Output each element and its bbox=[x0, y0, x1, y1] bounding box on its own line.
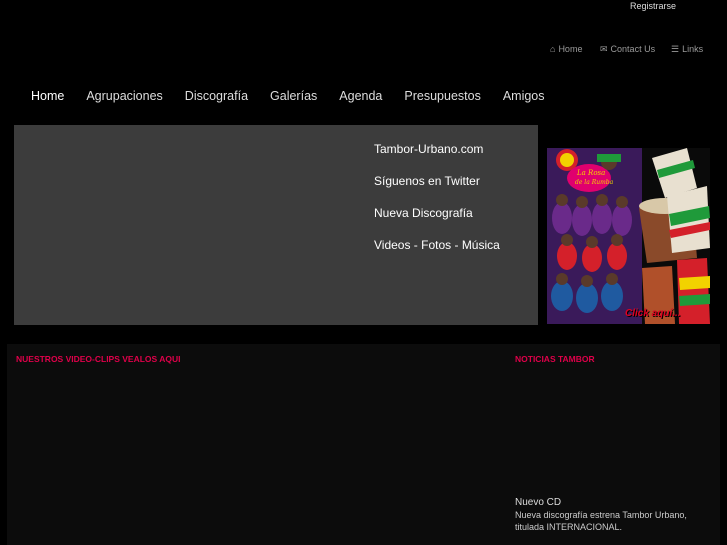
list-icon: ☰ bbox=[671, 43, 680, 54]
promo-caption: Click aquí... bbox=[625, 308, 681, 319]
nav-item-home[interactable]: Home bbox=[20, 88, 75, 105]
lower-section: NUESTROS VIDEO-CLIPS VEALOS AQUI NOTICIA… bbox=[7, 344, 720, 545]
video-section-title: NUESTROS VIDEO-CLIPS VEALOS AQUI bbox=[16, 354, 181, 364]
register-link[interactable]: Registrarse bbox=[630, 1, 676, 11]
svg-text:La Rosa: La Rosa bbox=[576, 169, 605, 177]
hero-link-site[interactable]: Tambor-Urbano.com bbox=[374, 142, 483, 156]
top-link-links-label: Links bbox=[682, 44, 704, 54]
top-link-contact-label: Contact Us bbox=[610, 44, 656, 54]
news-item-text: Nueva discografía estrena Tambor Urbano,… bbox=[515, 510, 687, 532]
top-link-home[interactable]: ⌂ Home bbox=[550, 44, 582, 54]
promo-banner[interactable]: La Rosa de la Rumba Click aquí... bbox=[547, 148, 710, 324]
top-link-links[interactable]: ☰ Links bbox=[671, 44, 703, 54]
home-icon: ⌂ bbox=[550, 43, 556, 54]
top-link-contact[interactable]: ✉ Contact Us bbox=[600, 44, 655, 54]
svg-text:de la Rumba: de la Rumba bbox=[575, 179, 614, 186]
news-item-title[interactable]: Nuevo CD bbox=[515, 497, 561, 508]
nav-item-amigos[interactable]: Amigos bbox=[492, 88, 556, 105]
hero-link-media[interactable]: Videos - Fotos - Música bbox=[374, 238, 500, 252]
promo-banner-image: La Rosa de la Rumba bbox=[547, 148, 710, 324]
nav-item-presupuestos[interactable]: Presupuestos bbox=[393, 88, 491, 105]
envelope-icon: ✉ bbox=[600, 43, 608, 54]
hero-link-twitter[interactable]: Síguenos en Twitter bbox=[374, 174, 480, 188]
main-nav: Home Agrupaciones Discografía Galerías A… bbox=[20, 88, 556, 105]
nav-item-discografia[interactable]: Discografía bbox=[174, 88, 259, 105]
top-link-home-label: Home bbox=[558, 44, 583, 54]
nav-item-agenda[interactable]: Agenda bbox=[328, 88, 393, 105]
nav-item-agrupaciones[interactable]: Agrupaciones bbox=[75, 88, 173, 105]
nav-item-galerias[interactable]: Galerías bbox=[259, 88, 328, 105]
hero-link-discografia[interactable]: Nueva Discografía bbox=[374, 206, 473, 220]
news-section-title: NOTICIAS TAMBOR bbox=[515, 354, 595, 364]
hero-panel: Tambor-Urbano.com Síguenos en Twitter Nu… bbox=[14, 125, 538, 325]
